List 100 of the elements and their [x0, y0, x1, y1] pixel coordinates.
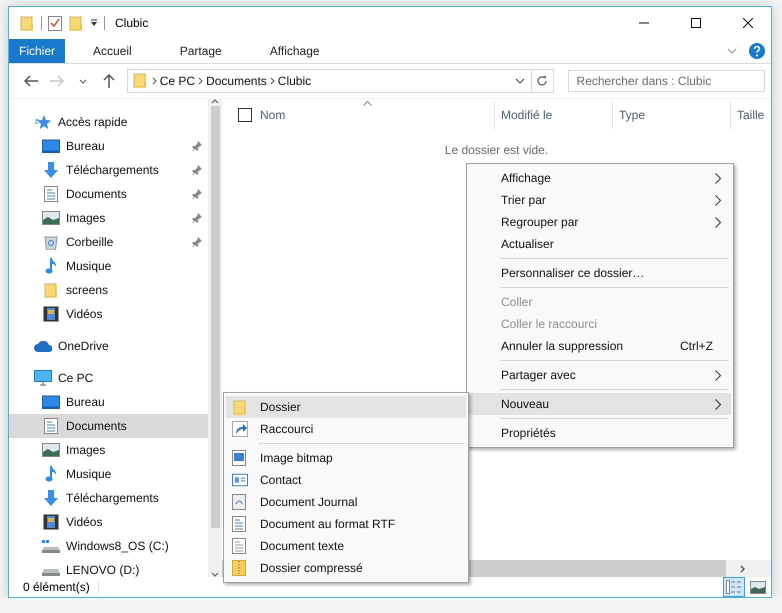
breadcrumb-item[interactable]: Documents	[203, 74, 270, 88]
download-arrow-icon	[43, 490, 59, 506]
menu-item[interactable]: Dossier	[226, 396, 466, 418]
sidebar-item[interactable]: Bureau	[9, 390, 208, 414]
sidebar-item[interactable]: Images	[9, 438, 208, 462]
column-header[interactable]: Modifié le	[494, 101, 612, 129]
text-file-icon	[232, 538, 246, 554]
menu-item[interactable]: Contact	[226, 469, 466, 491]
breadcrumb-item[interactable]: Ce PC	[156, 74, 198, 88]
menu-item[interactable]: Annuler la suppression Ctrl+Z	[469, 335, 731, 357]
monitor-icon	[42, 395, 60, 409]
image-file-icon	[232, 450, 246, 466]
sort-ascending-icon	[363, 101, 372, 106]
pin-icon	[192, 237, 202, 247]
chevron-down-icon	[78, 78, 87, 84]
sidebar-item[interactable]: Images	[9, 206, 208, 230]
download-arrow-icon	[43, 162, 59, 178]
menu-item[interactable]: Regrouper par	[469, 211, 731, 233]
sidebar-item[interactable]: Téléchargements	[9, 486, 208, 510]
menu-item[interactable]: Propriétés	[469, 422, 731, 444]
folder-icon	[43, 282, 59, 298]
empty-folder-message: Le dossier est vide.	[444, 143, 550, 157]
chevron-down-icon	[514, 78, 525, 84]
column-header[interactable]: Nom	[222, 101, 494, 129]
sidebar-item[interactable]: Ce PC	[9, 366, 208, 390]
menu-item[interactable]: Affichage	[469, 167, 731, 189]
cloud-icon	[34, 340, 52, 352]
up-arrow-icon	[102, 74, 115, 88]
picture-icon	[750, 580, 766, 594]
refresh-icon	[536, 75, 548, 87]
menu-item[interactable]: Document Journal	[226, 491, 466, 513]
journal-icon	[232, 494, 246, 510]
sidebar-item[interactable]: Documents	[9, 414, 208, 438]
menu-item[interactable]: Actualiser	[469, 233, 731, 255]
folder-icon	[19, 15, 35, 31]
expand-ribbon-icon	[727, 48, 737, 54]
vertical-scrollbar[interactable]	[208, 99, 222, 577]
chevron-right-icon	[198, 77, 204, 85]
picture-icon	[42, 211, 60, 225]
sidebar-item[interactable]: Téléchargements	[9, 158, 208, 182]
recycle-bin-icon	[44, 234, 58, 250]
music-note-icon	[45, 466, 57, 482]
menu-item[interactable]: Partager avec	[469, 364, 731, 386]
sidebar-item[interactable]: Corbeille	[9, 230, 208, 254]
picture-icon	[42, 443, 60, 457]
computer-icon	[34, 370, 52, 386]
monitor-icon	[42, 139, 60, 153]
sidebar-item[interactable]: Bureau	[9, 134, 208, 158]
shortcut-text: Ctrl+Z	[680, 339, 713, 353]
menu-item[interactable]: Personnaliser ce dossier…	[469, 262, 731, 284]
sidebar-item[interactable]: LENOVO (D:)	[9, 558, 208, 582]
column-header[interactable]: Taille	[730, 101, 771, 129]
menu-item[interactable]: Image bitmap	[226, 447, 466, 469]
ribbon-tab[interactable]: Affichage	[246, 39, 344, 63]
scroll-right-icon	[740, 564, 745, 572]
pin-icon	[192, 213, 202, 223]
ribbon-tab[interactable]: Accueil	[69, 39, 156, 63]
menu-item[interactable]: Raccourci	[226, 418, 466, 440]
scroll-up-icon	[211, 99, 219, 104]
folder-icon	[132, 72, 148, 88]
star-icon	[35, 114, 51, 130]
sidebar-item[interactable]: Documents	[9, 182, 208, 206]
sidebar-item[interactable]: Vidéos	[9, 510, 208, 534]
pin-icon	[192, 141, 202, 151]
sidebar-item[interactable]: Vidéos	[9, 302, 208, 326]
forward-arrow-icon	[50, 75, 64, 87]
sidebar-item[interactable]: Musique	[9, 462, 208, 486]
menu-item[interactable]: Dossier compressé	[226, 557, 466, 579]
menu-item[interactable]: Document texte	[226, 535, 466, 557]
status-text: 0 élément(s)	[23, 580, 99, 594]
chevron-right-icon	[270, 77, 275, 85]
menu-item[interactable]: Document au format RTF	[226, 513, 466, 535]
sidebar-item[interactable]: Accès rapide	[9, 110, 208, 134]
folder-icon	[68, 15, 84, 31]
chevron-right-icon	[152, 77, 157, 85]
properties-checklist-icon	[48, 15, 62, 31]
ribbon-tab[interactable]: Partage	[156, 39, 246, 63]
sidebar-item[interactable]: Musique	[9, 254, 208, 278]
music-note-icon	[45, 258, 57, 274]
sidebar-item[interactable]: OneDrive	[9, 334, 208, 358]
column-header[interactable]: Type	[612, 101, 730, 129]
file-tab[interactable]: Fichier	[9, 39, 66, 63]
scrollbar-thumb[interactable]	[210, 106, 220, 528]
zip-folder-icon	[232, 560, 246, 576]
sidebar-item[interactable]: screens	[9, 278, 208, 302]
scroll-down-icon	[211, 572, 219, 577]
details-list-icon	[726, 580, 742, 594]
search-field[interactable]: Rechercher dans : Clubic	[568, 70, 766, 92]
menu-item[interactable]: Trier par	[469, 189, 731, 211]
sidebar-item[interactable]: Windows8_OS (C:)	[9, 534, 208, 558]
select-all-checkbox[interactable]	[238, 108, 252, 122]
customize-caret-icon	[90, 19, 98, 27]
menu-item[interactable]: Nouveau	[469, 393, 731, 415]
pin-icon	[192, 189, 202, 199]
breadcrumb-item[interactable]: Clubic	[274, 74, 314, 88]
details-view-button[interactable]	[723, 577, 745, 597]
folder-icon	[232, 399, 248, 415]
address-bar[interactable]: Ce PC Documents Clubic	[126, 69, 554, 93]
maximize-icon	[691, 18, 701, 28]
drive-icon	[42, 539, 60, 553]
